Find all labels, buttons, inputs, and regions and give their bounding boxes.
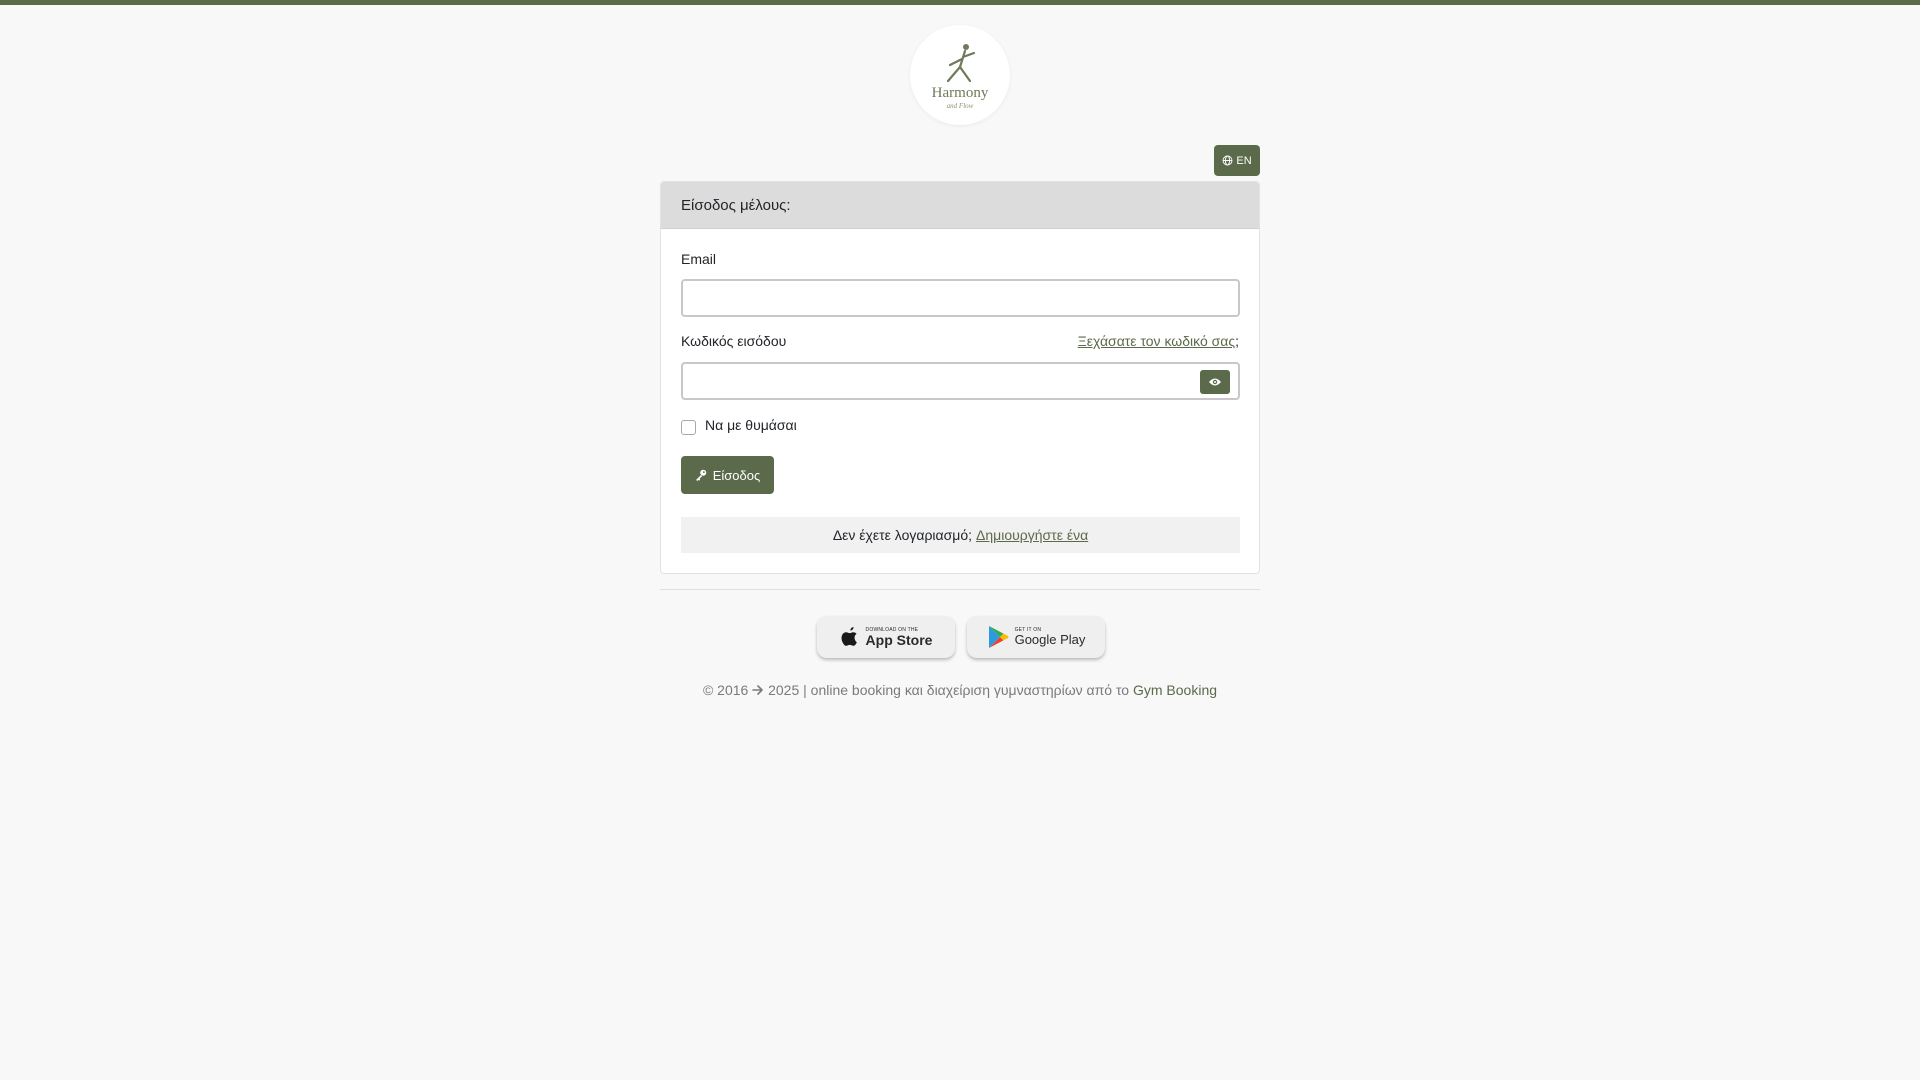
forgot-password: Ξεχάσατε τον κωδικό σας;	[1078, 333, 1239, 349]
login-button-label: Είσοδος	[712, 467, 761, 483]
logo-name: Harmony	[931, 84, 989, 101]
apple-icon	[841, 627, 857, 646]
login-card: Είσοδος μέλους: Email Κωδικός εισόδου Ξε…	[660, 181, 1260, 574]
app-store-button[interactable]: Download on the App Store	[817, 616, 955, 658]
google-play-text: GET IT ON Google Play	[1015, 627, 1086, 647]
remember-me-checkbox[interactable]	[681, 420, 696, 435]
email-label: Email	[681, 251, 717, 267]
key-icon	[695, 469, 706, 481]
forgot-password-suffix: ;	[1235, 333, 1239, 349]
register-link[interactable]: Δημιουργήστε ένα	[976, 527, 1088, 543]
footer-year-end: 2025 | online booking και διαχείριση γυμ…	[768, 682, 1130, 698]
footer-divider	[660, 589, 1260, 590]
register-prompt: Δεν έχετε λογαριασμό; Δημιουργήστε ένα	[681, 517, 1240, 553]
footer-copyright: © 2016 2025 | online booking και διαχείρ…	[0, 682, 1920, 698]
eye-icon	[1209, 378, 1221, 386]
arrow-right-icon	[752, 685, 764, 695]
app-store-big-text: App Store	[865, 631, 933, 648]
password-input[interactable]	[681, 362, 1240, 400]
language-button[interactable]: EN	[1214, 145, 1260, 176]
login-button[interactable]: Είσοδος	[681, 456, 774, 494]
gym-logo: Harmony and Flow	[910, 25, 1010, 125]
google-play-button[interactable]: GET IT ON Google Play	[967, 616, 1105, 658]
show-password-button[interactable]	[1200, 370, 1230, 394]
google-play-icon	[988, 626, 1009, 648]
top-accent-bar	[0, 0, 1920, 5]
forgot-password-link[interactable]: Ξεχάσατε τον κωδικό σας	[1078, 333, 1235, 349]
google-play-big-text: Google Play	[1014, 632, 1086, 647]
gym-booking-link[interactable]: Gym Booking	[1133, 682, 1217, 698]
logo-subtitle: and Flow	[946, 101, 974, 110]
app-store-text: Download on the App Store	[866, 627, 933, 648]
language-label: EN	[1236, 154, 1252, 167]
yoga-figure-icon	[946, 43, 976, 82]
login-card-header: Είσοδος μέλους:	[661, 182, 1259, 229]
no-account-text: Δεν έχετε λογαριασμό;	[832, 527, 973, 543]
email-input[interactable]	[681, 279, 1240, 317]
remember-me-label: Να με θυμάσαι	[705, 417, 797, 433]
password-label: Κωδικός εισόδου	[681, 333, 787, 349]
globe-icon	[1222, 155, 1233, 166]
footer-year-start: © 2016	[702, 682, 749, 698]
